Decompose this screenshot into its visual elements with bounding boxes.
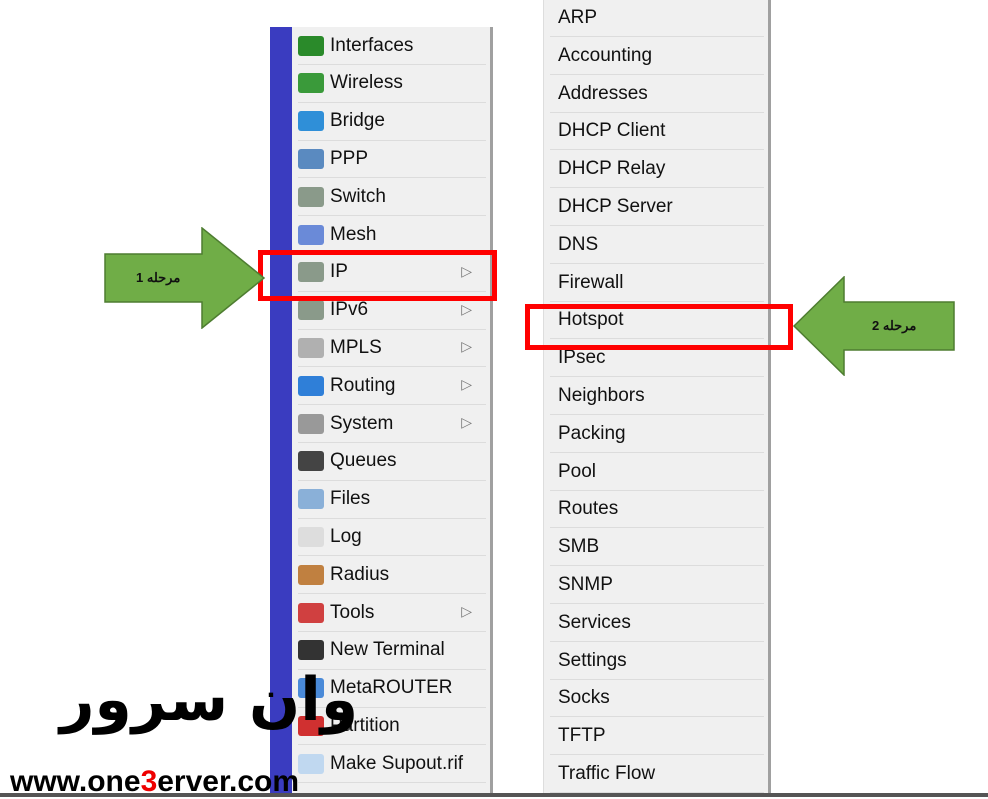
menu-item-label: New Terminal xyxy=(330,639,445,661)
submenu-item-neighbors[interactable]: Neighbors xyxy=(550,378,764,415)
submenu-item-routes[interactable]: Routes xyxy=(550,491,764,529)
menu-item-label: MPLS xyxy=(330,336,382,358)
logo-persian: وان سرور xyxy=(60,665,359,735)
menu-item-label: Bridge xyxy=(330,110,385,132)
menu-item-label: Make Supout.rif xyxy=(330,752,464,774)
menu-item-label: Log xyxy=(330,525,362,547)
menu-item-interfaces[interactable]: Interfaces xyxy=(298,27,486,65)
queues-icon xyxy=(298,451,324,472)
log-icon xyxy=(298,526,324,547)
system-icon xyxy=(298,413,324,434)
menu-item-label: Files xyxy=(330,488,371,510)
submenu-item-accounting[interactable]: Accounting xyxy=(550,38,764,75)
highlight-hotspot xyxy=(525,304,793,350)
menu-item-tools[interactable]: Tools ▷ xyxy=(298,594,486,632)
menu-item-bridge[interactable]: Bridge xyxy=(298,103,486,141)
menu-item-mesh[interactable]: Mesh xyxy=(298,216,486,254)
mpls-icon xyxy=(298,337,324,358)
menu-item-label: Mesh xyxy=(330,223,377,245)
submenu-arrow-icon: ▷ xyxy=(461,414,472,430)
menu-item-label: Wireless xyxy=(330,72,403,94)
step2-arrow: مرحله 2 xyxy=(792,275,956,377)
submenu-item-tftp[interactable]: TFTP xyxy=(550,718,764,756)
ipv6-icon xyxy=(298,300,324,321)
menu-item-label: Queues xyxy=(330,450,397,472)
bottom-border xyxy=(0,793,988,797)
submenu-item-dns[interactable]: DNS xyxy=(550,227,764,264)
menu-item-files[interactable]: Files xyxy=(298,481,486,519)
submenu-arrow-icon: ▷ xyxy=(461,338,472,355)
mesh-icon xyxy=(298,224,324,245)
menu-item-mpls[interactable]: MPLS ▷ xyxy=(298,329,486,368)
submenu-item-traffic-flow[interactable]: Traffic Flow xyxy=(550,756,764,793)
submenu-item-packing[interactable]: Packing xyxy=(550,416,764,453)
ppp-icon xyxy=(298,148,324,169)
bridge-icon xyxy=(298,111,324,132)
submenu-item-settings[interactable]: Settings xyxy=(550,643,764,680)
submenu-item-services[interactable]: Services xyxy=(550,605,764,642)
terminal-icon xyxy=(298,640,324,661)
menu-item-label: Routing xyxy=(330,374,396,396)
menu-item-label: PPP xyxy=(330,147,369,169)
menu-item-wireless[interactable]: Wireless xyxy=(298,65,486,103)
submenu-item-firewall[interactable]: Firewall xyxy=(550,265,764,302)
menu-item-label: Switch xyxy=(330,185,386,207)
menu-item-label: IPv6 xyxy=(330,299,369,321)
submenu-arrow-icon: ▷ xyxy=(461,300,472,317)
menu-item-label: Interfaces xyxy=(330,34,414,56)
submenu-item-arp[interactable]: ARP xyxy=(550,0,764,37)
submenu-item-socks[interactable]: Socks xyxy=(550,680,764,718)
radius-icon xyxy=(298,564,324,585)
routing-icon xyxy=(298,375,324,396)
menu-item-queues[interactable]: Queues xyxy=(298,443,486,481)
menu-item-routing[interactable]: Routing ▷ xyxy=(298,367,486,406)
submenu-item-pool[interactable]: Pool xyxy=(550,454,764,491)
interfaces-icon xyxy=(298,35,324,56)
submenu-arrow-icon: ▷ xyxy=(461,376,472,393)
submenu-arrow-icon: ▷ xyxy=(461,603,472,619)
wireless-icon xyxy=(298,73,324,94)
menu-item-radius[interactable]: Radius xyxy=(298,556,486,595)
submenu-item-smb[interactable]: SMB xyxy=(550,529,764,567)
files-icon xyxy=(298,489,324,510)
submenu-item-dhcp-server[interactable]: DHCP Server xyxy=(550,189,764,226)
menu-item-label: Radius xyxy=(330,563,390,585)
tools-icon xyxy=(298,602,324,623)
submenu-item-snmp[interactable]: SNMP xyxy=(550,567,764,604)
submenu-item-dhcp-relay[interactable]: DHCP Relay xyxy=(550,151,764,189)
supout-icon xyxy=(298,753,324,774)
step1-label: مرحله 1 xyxy=(136,270,181,285)
submenu-item-addresses[interactable]: Addresses xyxy=(550,76,764,113)
submenu-item-dhcp-client[interactable]: DHCP Client xyxy=(550,113,764,151)
menu-item-switch[interactable]: Switch xyxy=(298,178,486,217)
menu-item-system[interactable]: System ▷ xyxy=(298,405,486,443)
menu-item-make-supout-rif[interactable]: Make Supout.rif xyxy=(298,745,486,784)
highlight-ip xyxy=(258,250,497,301)
menu-item-log[interactable]: Log xyxy=(298,518,486,557)
switch-icon xyxy=(298,186,324,207)
ip-submenu: ARP Accounting Addresses DHCP Client DHCP Re… xyxy=(543,0,771,797)
menu-item-label: Tools xyxy=(330,601,375,623)
menu-item-ppp[interactable]: PPP xyxy=(298,140,486,179)
menu-item-label: System xyxy=(330,412,394,434)
step2-label: مرحله 2 xyxy=(872,318,917,333)
step1-arrow: مرحله 1 xyxy=(104,226,266,330)
